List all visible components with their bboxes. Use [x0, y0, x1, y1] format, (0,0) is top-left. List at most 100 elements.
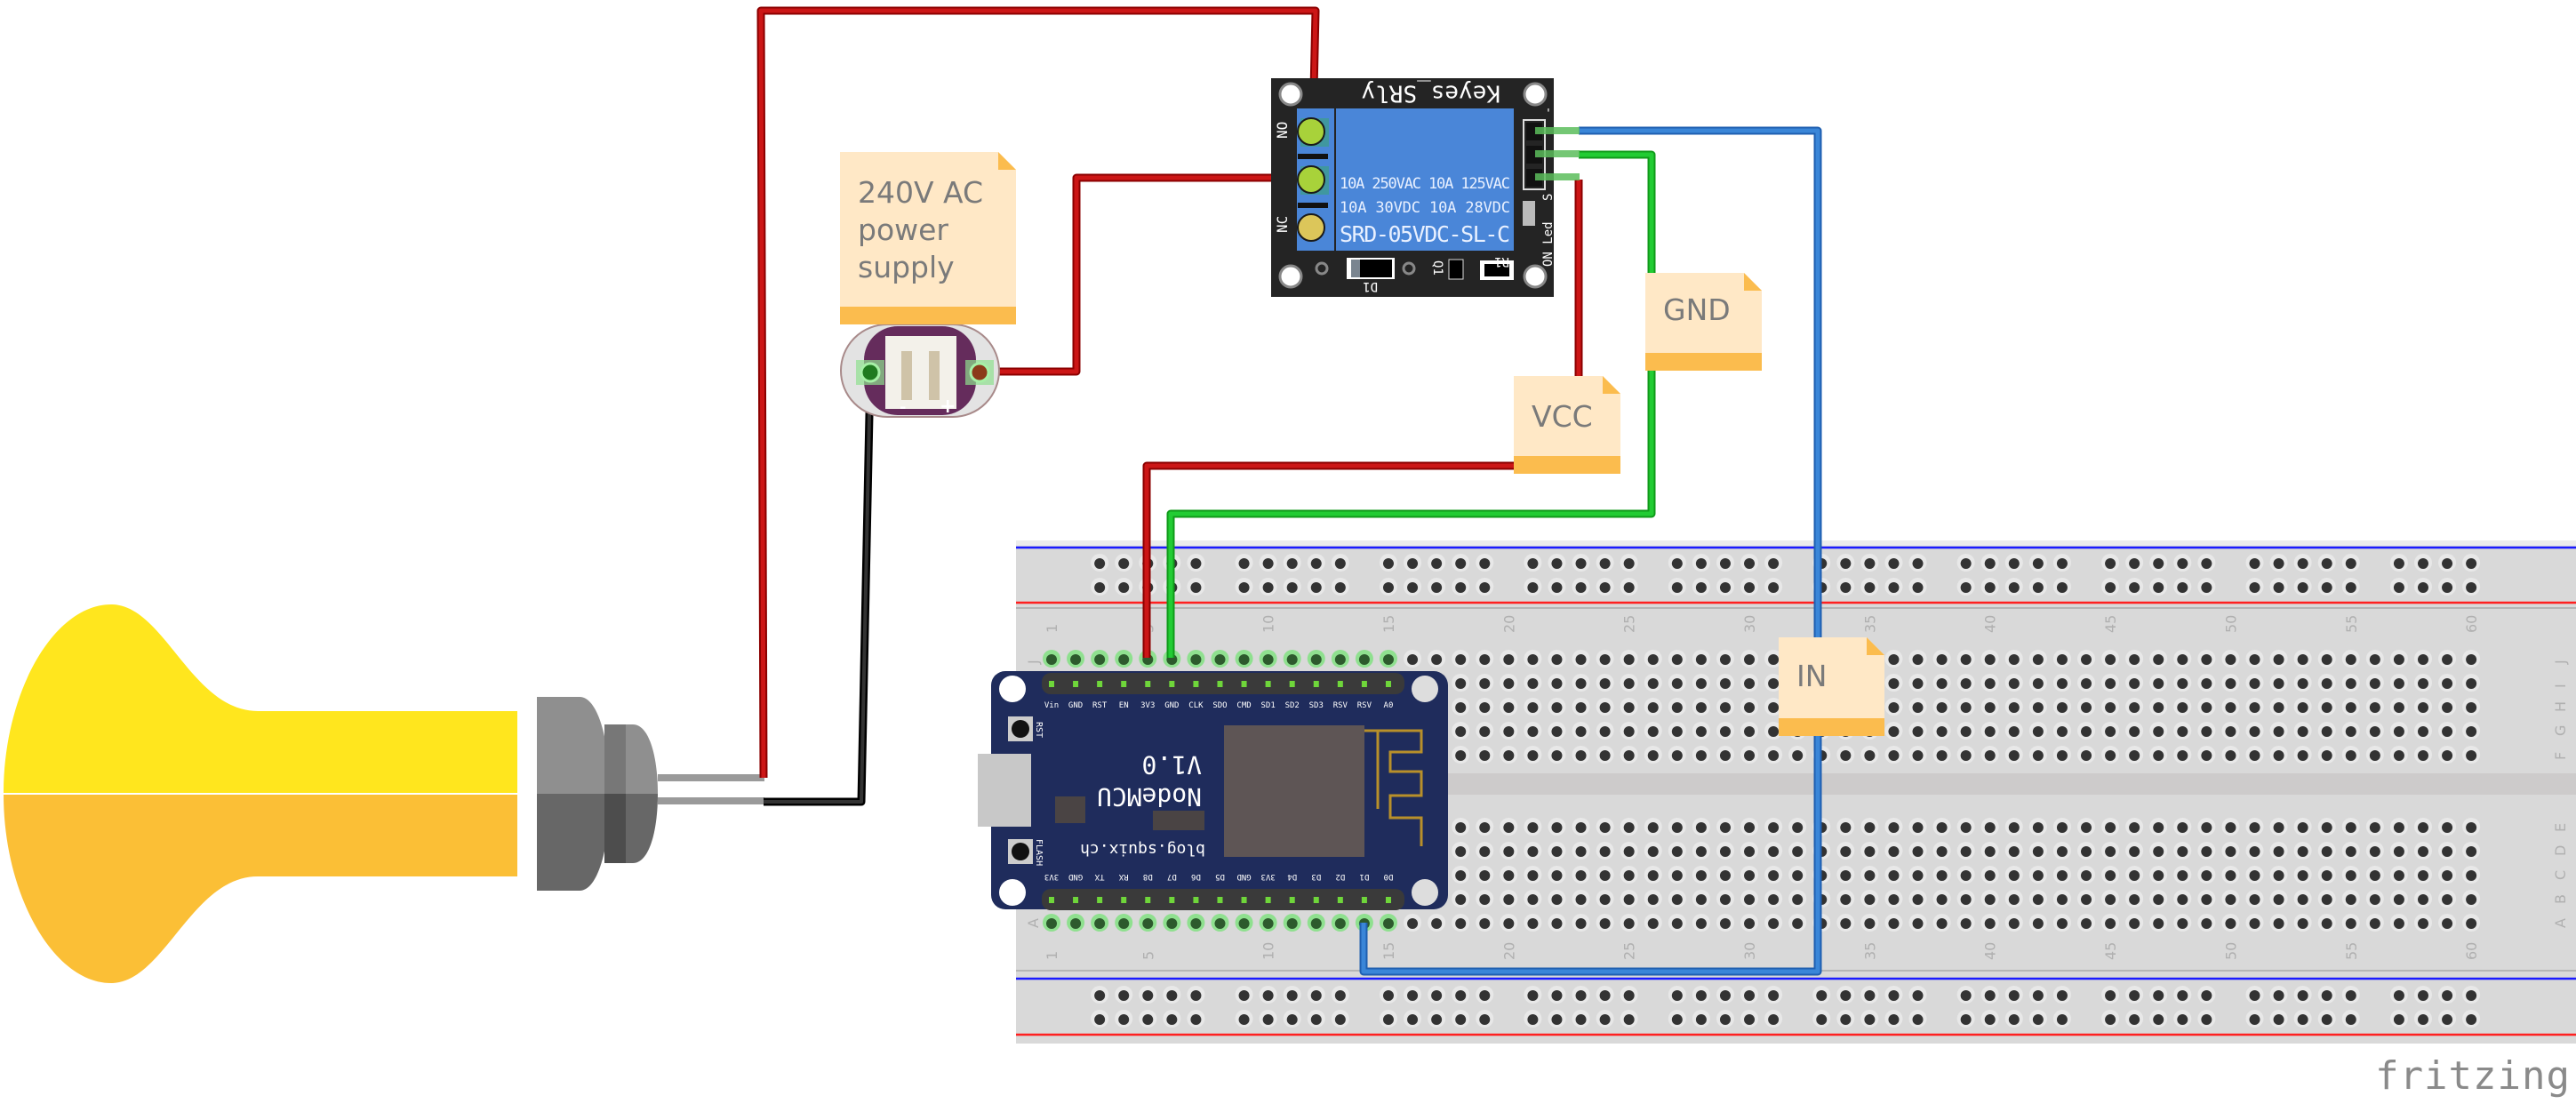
- breadboard-hole[interactable]: [2249, 822, 2260, 833]
- breadboard-hole[interactable]: [1888, 846, 1900, 857]
- breadboard-rail-hole[interactable]: [1984, 990, 1996, 1001]
- breadboard-hole[interactable]: [2081, 654, 2092, 665]
- breadboard-rail-hole[interactable]: [1671, 582, 1683, 593]
- breadboard-hole[interactable]: [2297, 894, 2308, 905]
- nodemcu-pin-gnd[interactable]: [1073, 897, 1079, 903]
- breadboard-hole[interactable]: [1912, 918, 1924, 929]
- breadboard-rail-hole[interactable]: [1094, 1014, 1106, 1025]
- breadboard-rail-hole[interactable]: [1840, 1014, 1852, 1025]
- breadboard-rail-hole[interactable]: [2008, 1014, 2020, 1025]
- breadboard-hole[interactable]: [1551, 918, 1563, 929]
- breadboard-hole[interactable]: [1479, 702, 1491, 713]
- breadboard-hole[interactable]: [1936, 702, 1948, 713]
- breadboard-hole[interactable]: [2417, 870, 2428, 881]
- breadboard-hole[interactable]: [1503, 870, 1515, 881]
- breadboard-hole[interactable]: [1768, 678, 1780, 689]
- nodemcu-pin-rx[interactable]: [1121, 897, 1127, 903]
- breadboard-hole[interactable]: [1912, 702, 1924, 713]
- breadboard-hole[interactable]: [1527, 918, 1539, 929]
- vcc-note[interactable]: VCC: [1514, 376, 1620, 474]
- breadboard-hole[interactable]: [2273, 894, 2284, 905]
- relay-pin-minus[interactable]: [1535, 127, 1580, 134]
- breadboard-rail-hole[interactable]: [1382, 582, 1394, 593]
- breadboard-rail-hole[interactable]: [1623, 990, 1635, 1001]
- breadboard-rail-hole[interactable]: [1407, 558, 1419, 569]
- breadboard-rail-hole[interactable]: [1190, 1014, 1202, 1025]
- breadboard-hole[interactable]: [1647, 750, 1659, 761]
- breadboard-rail-hole[interactable]: [1407, 582, 1419, 593]
- breadboard-hole[interactable]: [1960, 702, 1972, 713]
- breadboard-hole[interactable]: [1912, 726, 1924, 737]
- breadboard-hole[interactable]: [1575, 870, 1587, 881]
- breadboard-rail-hole[interactable]: [1310, 1014, 1322, 1025]
- breadboard-rail-hole[interactable]: [1118, 1014, 1130, 1025]
- breadboard-hole[interactable]: [2056, 822, 2068, 833]
- breadboard-rail-hole[interactable]: [1744, 990, 1756, 1001]
- breadboard-rail-hole[interactable]: [1190, 990, 1202, 1001]
- breadboard-hole[interactable]: [2466, 678, 2477, 689]
- breadboard-rail-hole[interactable]: [2032, 558, 2044, 569]
- breadboard-hole[interactable]: [1936, 678, 1948, 689]
- breadboard-hole[interactable]: [2201, 654, 2212, 665]
- breadboard-hole[interactable]: [2466, 750, 2477, 761]
- breadboard-hole[interactable]: [2105, 750, 2116, 761]
- relay-terminal-nc[interactable]: [1297, 213, 1325, 242]
- breadboard-rail-hole[interactable]: [1599, 558, 1611, 569]
- breadboard-hole[interactable]: [2297, 654, 2308, 665]
- nodemcu-pin-rsv[interactable]: [1337, 681, 1343, 687]
- nodemcu-pin-d7[interactable]: [1169, 897, 1175, 903]
- breadboard-hole[interactable]: [1792, 918, 1804, 929]
- breadboard-hole[interactable]: [1382, 918, 1394, 929]
- breadboard-hole[interactable]: [1912, 750, 1924, 761]
- breadboard-hole[interactable]: [2153, 822, 2164, 833]
- breadboard-hole[interactable]: [1551, 750, 1563, 761]
- breadboard-hole[interactable]: [1551, 894, 1563, 905]
- breadboard-hole[interactable]: [1984, 678, 1996, 689]
- breadboard-rail-hole[interactable]: [1334, 582, 1346, 593]
- breadboard-hole[interactable]: [1671, 654, 1683, 665]
- breadboard-rail-hole[interactable]: [1623, 582, 1635, 593]
- breadboard-rail-hole[interactable]: [1455, 558, 1467, 569]
- breadboard-rail-hole[interactable]: [1551, 582, 1563, 593]
- breadboard-hole[interactable]: [1768, 750, 1780, 761]
- nodemcu-pin-gnd[interactable]: [1073, 681, 1079, 687]
- breadboard-hole[interactable]: [1431, 918, 1443, 929]
- breadboard-hole[interactable]: [1623, 702, 1635, 713]
- breadboard-hole[interactable]: [2225, 678, 2236, 689]
- breadboard-hole[interactable]: [2032, 846, 2044, 857]
- breadboard-hole[interactable]: [1671, 678, 1683, 689]
- breadboard-hole[interactable]: [1912, 678, 1924, 689]
- breadboard-hole[interactable]: [1455, 822, 1467, 833]
- breadboard-rail-hole[interactable]: [1575, 582, 1587, 593]
- breadboard-hole[interactable]: [1695, 702, 1707, 713]
- breadboard-hole[interactable]: [1792, 822, 1804, 833]
- breadboard-hole[interactable]: [2466, 894, 2477, 905]
- breadboard-rail-hole[interactable]: [1407, 990, 1419, 1001]
- breadboard-rail-hole[interactable]: [1695, 558, 1707, 569]
- breadboard-hole[interactable]: [1960, 918, 1972, 929]
- nodemcu-pin-d6[interactable]: [1193, 897, 1199, 903]
- breadboard-hole[interactable]: [2201, 726, 2212, 737]
- breadboard-hole[interactable]: [2008, 702, 2020, 713]
- breadboard-hole[interactable]: [1599, 846, 1611, 857]
- breadboard-hole[interactable]: [1888, 870, 1900, 881]
- breadboard-hole[interactable]: [1984, 894, 1996, 905]
- power-supply-note[interactable]: 240V ACpowersupply: [840, 152, 1016, 324]
- breadboard-rail-hole[interactable]: [2129, 990, 2140, 1001]
- breadboard-hole[interactable]: [1695, 870, 1707, 881]
- breadboard-hole[interactable]: [1840, 822, 1852, 833]
- breadboard-hole[interactable]: [2032, 918, 2044, 929]
- breadboard-rail-hole[interactable]: [1912, 1014, 1924, 1025]
- breadboard-hole[interactable]: [2393, 678, 2404, 689]
- breadboard-rail-hole[interactable]: [2105, 582, 2116, 593]
- breadboard-hole[interactable]: [1671, 870, 1683, 881]
- breadboard-rail-hole[interactable]: [1262, 558, 1274, 569]
- breadboard-hole[interactable]: [1744, 678, 1756, 689]
- breadboard-rail-hole[interactable]: [1166, 1014, 1178, 1025]
- breadboard-hole[interactable]: [2225, 702, 2236, 713]
- breadboard-hole[interactable]: [1792, 894, 1804, 905]
- breadboard-rail-hole[interactable]: [2177, 558, 2188, 569]
- breadboard-hole[interactable]: [1190, 918, 1202, 929]
- breadboard-hole[interactable]: [2008, 846, 2020, 857]
- breadboard-hole[interactable]: [1046, 918, 1057, 929]
